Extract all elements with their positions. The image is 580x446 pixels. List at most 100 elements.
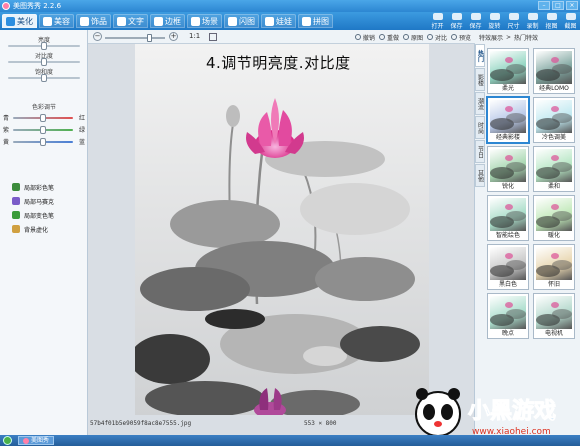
- save-icon: [451, 13, 462, 20]
- app-logo-icon: [2, 2, 10, 10]
- effect-thumbnail[interactable]: 柔和: [533, 146, 575, 192]
- effect-category-tab[interactable]: 其他: [475, 164, 485, 187]
- text-icon: [117, 16, 126, 26]
- rotate-button[interactable]: 旋转: [485, 12, 504, 30]
- tool-mosaic[interactable]: 局部马赛克: [12, 194, 54, 208]
- tool-color-pen[interactable]: 局部彩色笔: [12, 180, 54, 194]
- effect-preview-image: [490, 51, 526, 84]
- color-right-label: 红: [78, 115, 85, 122]
- brightness-thumb[interactable]: [41, 42, 47, 50]
- tab-puzzle[interactable]: 拼图: [298, 14, 333, 28]
- effect-category-tab[interactable]: 节日: [475, 140, 485, 163]
- redo-button[interactable]: 重做: [378, 31, 399, 43]
- tab-frame[interactable]: 边框: [150, 14, 185, 28]
- color-track[interactable]: [13, 114, 73, 122]
- tab-accessory[interactable]: 饰品: [76, 14, 111, 28]
- undo-icon: [354, 34, 361, 40]
- effect-thumbnail[interactable]: 电视机: [533, 293, 575, 339]
- color-slider-1[interactable]: 紫绿: [3, 124, 85, 134]
- save-as-button[interactable]: 保存: [466, 12, 485, 30]
- effect-thumbnail[interactable]: 黑白色: [487, 244, 529, 290]
- minimize-button[interactable]: –: [538, 1, 550, 10]
- color-slider-2[interactable]: 黄蓝: [3, 136, 85, 146]
- tab-flash[interactable]: 闪图: [224, 14, 259, 28]
- record-button[interactable]: 录制: [523, 12, 542, 30]
- screenshot-button[interactable]: 截图: [561, 12, 580, 30]
- maximize-button[interactable]: □: [552, 1, 564, 10]
- effect-thumbnail[interactable]: 经典LOMO: [533, 48, 575, 94]
- recolor-pen-icon: [12, 211, 20, 219]
- effect-category-tab[interactable]: 热门: [475, 44, 485, 67]
- taskbar-app-item[interactable]: 美图秀: [18, 436, 55, 445]
- open-icon: [432, 13, 443, 20]
- photo-caption: 4.调节明亮度.对比度: [206, 54, 351, 72]
- tab-label: 文字: [128, 16, 144, 26]
- effect-thumbnail[interactable]: 暖化: [533, 195, 575, 241]
- effect-thumbnail[interactable]: 智能绘色: [487, 195, 529, 241]
- color-thumb[interactable]: [40, 126, 46, 134]
- tab-makeup[interactable]: 美容: [39, 14, 74, 28]
- saturation-slider[interactable]: 饱和度: [4, 67, 84, 83]
- tab-label: 娃娃: [276, 16, 292, 26]
- actual-size-button[interactable]: 1:1: [189, 32, 200, 40]
- tool-recolor-pen[interactable]: 局部变色笔: [12, 208, 54, 222]
- effect-category-tab[interactable]: 时尚: [475, 116, 485, 139]
- action-label: 旋转: [488, 23, 501, 30]
- effect-thumbnail[interactable]: 冷色调美: [533, 97, 575, 143]
- effect-thumbnail[interactable]: 柔光: [487, 48, 529, 94]
- color-thumb[interactable]: [40, 138, 46, 146]
- tool-label: 局部马赛克: [24, 198, 55, 206]
- saturation-thumb[interactable]: [41, 74, 47, 82]
- color-slider-0[interactable]: 青红: [3, 112, 85, 122]
- color-track[interactable]: [13, 126, 73, 134]
- effect-label: 暖化: [547, 232, 560, 239]
- effect-thumbnail[interactable]: 怀旧: [533, 244, 575, 290]
- mosaic-icon: [12, 197, 20, 205]
- effect-thumbnail[interactable]: 经典影楼: [487, 97, 529, 143]
- fit-window-icon[interactable]: [209, 33, 217, 41]
- effect-category-tab[interactable]: 潮流: [475, 92, 485, 115]
- effect-thumbnail[interactable]: 晚点: [487, 293, 529, 339]
- save-button[interactable]: 保存: [447, 12, 466, 30]
- action-label: 保存: [450, 23, 463, 30]
- record-icon: [527, 13, 538, 20]
- tab-scene[interactable]: 场景: [187, 14, 222, 28]
- original-button[interactable]: 原图: [402, 31, 423, 43]
- contrast-slider[interactable]: 对比度: [4, 51, 84, 67]
- tool-blur[interactable]: 背景虚化: [12, 222, 54, 236]
- color-thumb[interactable]: [40, 114, 46, 122]
- zoom-out-button[interactable]: −: [93, 32, 102, 41]
- file-name: 57b4f01b5e9059f8ac8e7555.jpg: [90, 420, 192, 427]
- effect-category-tab[interactable]: 影楼: [475, 68, 485, 91]
- brightness-slider[interactable]: 亮度: [4, 35, 84, 51]
- open-button[interactable]: 打开: [428, 12, 447, 30]
- effect-label: 智能绘色: [495, 232, 520, 239]
- tab-text[interactable]: 文字: [113, 14, 148, 28]
- zoom-thumb[interactable]: [147, 34, 152, 42]
- breadcrumb-item[interactable]: 特效展示: [479, 33, 503, 42]
- zoom-in-button[interactable]: +: [169, 32, 178, 41]
- effect-label: 电视机: [544, 330, 563, 337]
- color-track[interactable]: [13, 138, 73, 146]
- contrast-thumb[interactable]: [41, 58, 47, 66]
- effect-label: 晚点: [501, 330, 514, 337]
- close-button[interactable]: ×: [566, 1, 578, 10]
- tab-beautify[interactable]: 美化: [2, 14, 37, 28]
- flash-icon: [228, 16, 237, 26]
- zoom-slider[interactable]: [105, 34, 165, 42]
- tab-doll[interactable]: 娃娃: [261, 14, 296, 28]
- cutout-button[interactable]: 抠图: [542, 12, 561, 30]
- preview-button[interactable]: 预览: [450, 31, 471, 43]
- effect-thumbnail[interactable]: 锐化: [487, 146, 529, 192]
- canvas-toolbar: − + 1:1 撤销 重做 原图 对比 预览: [88, 30, 475, 44]
- window-title: 美图秀秀 2.2.6: [13, 2, 62, 10]
- effect-preview-image: [490, 247, 526, 280]
- compare-button[interactable]: 对比: [426, 31, 447, 43]
- blur-icon: [12, 225, 20, 233]
- undo-button[interactable]: 撤销: [354, 31, 375, 43]
- photo-canvas[interactable]: [135, 44, 429, 415]
- breadcrumb-item[interactable]: 热门特效: [514, 33, 538, 42]
- compare-icon: [426, 34, 433, 40]
- start-button[interactable]: [3, 436, 12, 445]
- resize-button[interactable]: 尺寸: [504, 12, 523, 30]
